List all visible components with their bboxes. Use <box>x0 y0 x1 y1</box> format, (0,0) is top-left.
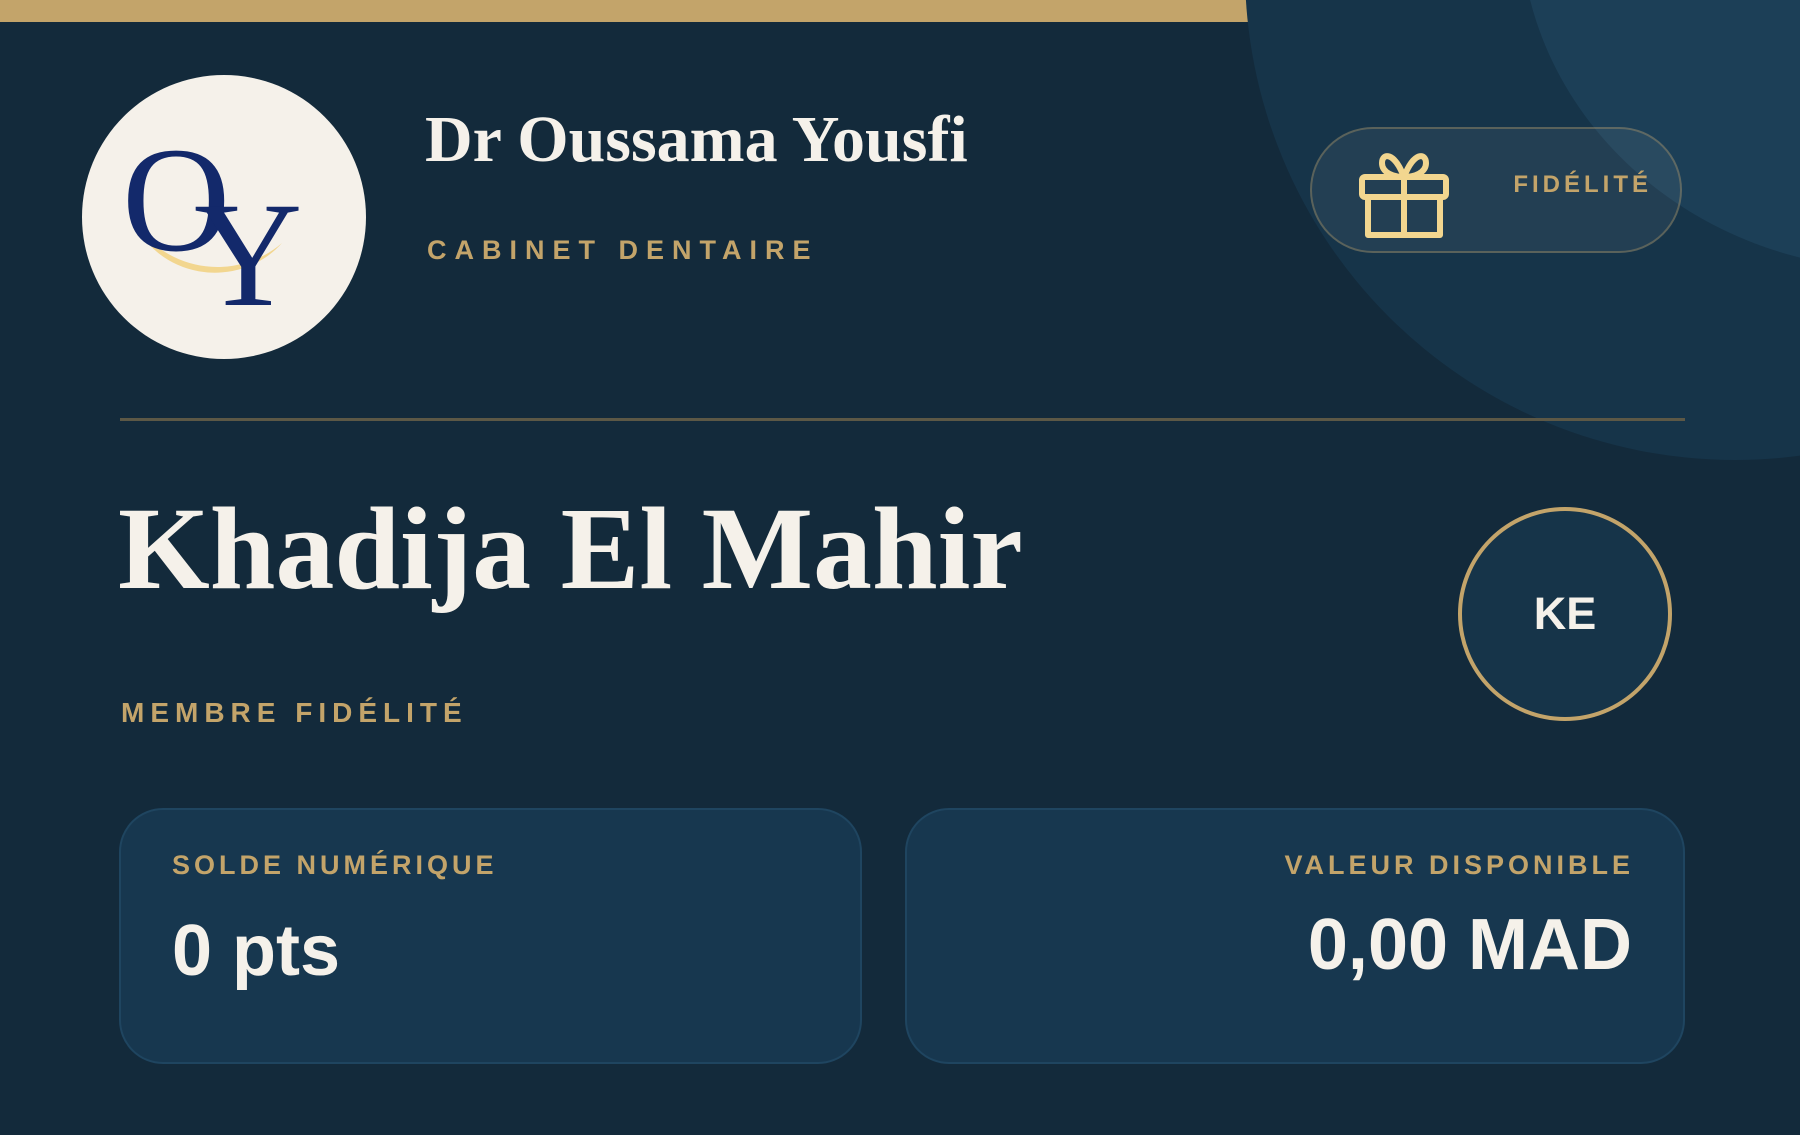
points-balance-value: 0 pts <box>172 911 341 991</box>
divider <box>120 418 1685 421</box>
clinic-name: Dr Oussama Yousfi <box>425 103 968 176</box>
available-value-amount: 0,00 MAD <box>1307 905 1632 985</box>
loyalty-badge-label: FIDÉLITÉ <box>1513 171 1652 198</box>
available-value-label: VALEUR DISPONIBLE <box>1284 850 1634 880</box>
gift-icon <box>1352 139 1456 243</box>
clinic-subtitle: CABINET DENTAIRE <box>427 235 819 265</box>
available-value-panel: VALEUR DISPONIBLE 0,00 MAD <box>905 808 1685 1064</box>
member-avatar-initials: KE <box>1458 507 1672 721</box>
oy-monogram-logo: O Y <box>122 117 302 338</box>
loyalty-badge: FIDÉLITÉ <box>1310 127 1682 253</box>
member-name: Khadija El Mahir <box>118 483 1023 614</box>
clinic-logo: O Y <box>82 75 366 359</box>
points-balance-panel: SOLDE NUMÉRIQUE 0 pts <box>119 808 862 1064</box>
loyalty-card: O Y Dr Oussama Yousfi CABINET DENTAIRE F… <box>0 0 1800 1135</box>
svg-text:Y: Y <box>194 172 302 338</box>
member-role: MEMBRE FIDÉLITÉ <box>121 697 468 728</box>
points-balance-label: SOLDE NUMÉRIQUE <box>172 850 498 880</box>
